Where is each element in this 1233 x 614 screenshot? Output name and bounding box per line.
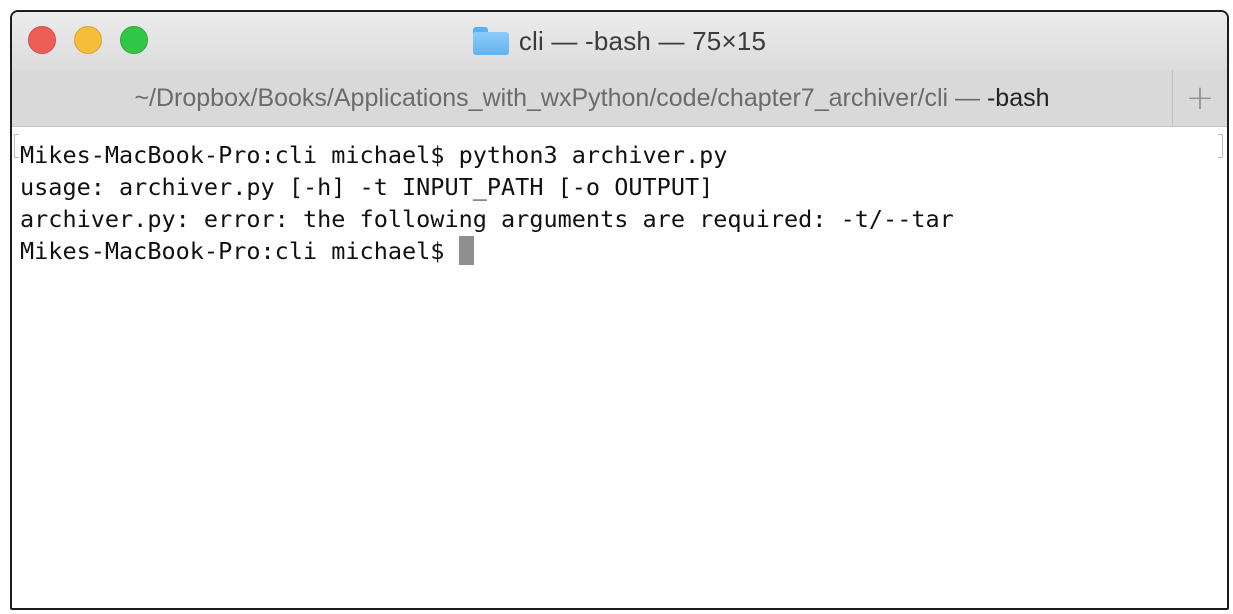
tab-label: ~/Dropbox/Books/Applications_with_wxPyth…	[134, 84, 1049, 113]
terminal-line: usage: archiver.py [-h] -t INPUT_PATH [-…	[20, 173, 714, 201]
tab-path: ~/Dropbox/Books/Applications_with_wxPyth…	[134, 83, 987, 112]
folder-icon	[472, 27, 509, 55]
terminal-line: Mikes-MacBook-Pro:cli michael$ python3 a…	[20, 141, 728, 169]
tab-bar: ~/Dropbox/Books/Applications_with_wxPyth…	[12, 70, 1227, 127]
title-bar[interactable]: cli — -bash — 75×15	[12, 12, 1227, 71]
scroll-marker-left	[14, 134, 19, 158]
terminal-window: cli — -bash — 75×15 ~/Dropbox/Books/Appl…	[10, 10, 1229, 610]
window-title: cli — -bash — 75×15	[518, 25, 767, 56]
terminal-prompt: Mikes-MacBook-Pro:cli michael$	[20, 237, 459, 265]
window-title-group: cli — -bash — 75×15	[12, 12, 1227, 70]
tab-command: -bash	[986, 83, 1050, 112]
terminal-line: archiver.py: error: the following argume…	[20, 205, 954, 233]
new-tab-button[interactable]: +	[1172, 70, 1227, 126]
plus-icon: +	[1185, 78, 1215, 118]
terminal-prompt-line: Mikes-MacBook-Pro:cli michael$	[20, 235, 1227, 267]
text-cursor	[458, 236, 474, 265]
scroll-marker-right	[1218, 134, 1223, 158]
tab-bash[interactable]: ~/Dropbox/Books/Applications_with_wxPyth…	[12, 70, 1172, 126]
terminal-output[interactable]: Mikes-MacBook-Pro:cli michael$ python3 a…	[12, 127, 1227, 608]
